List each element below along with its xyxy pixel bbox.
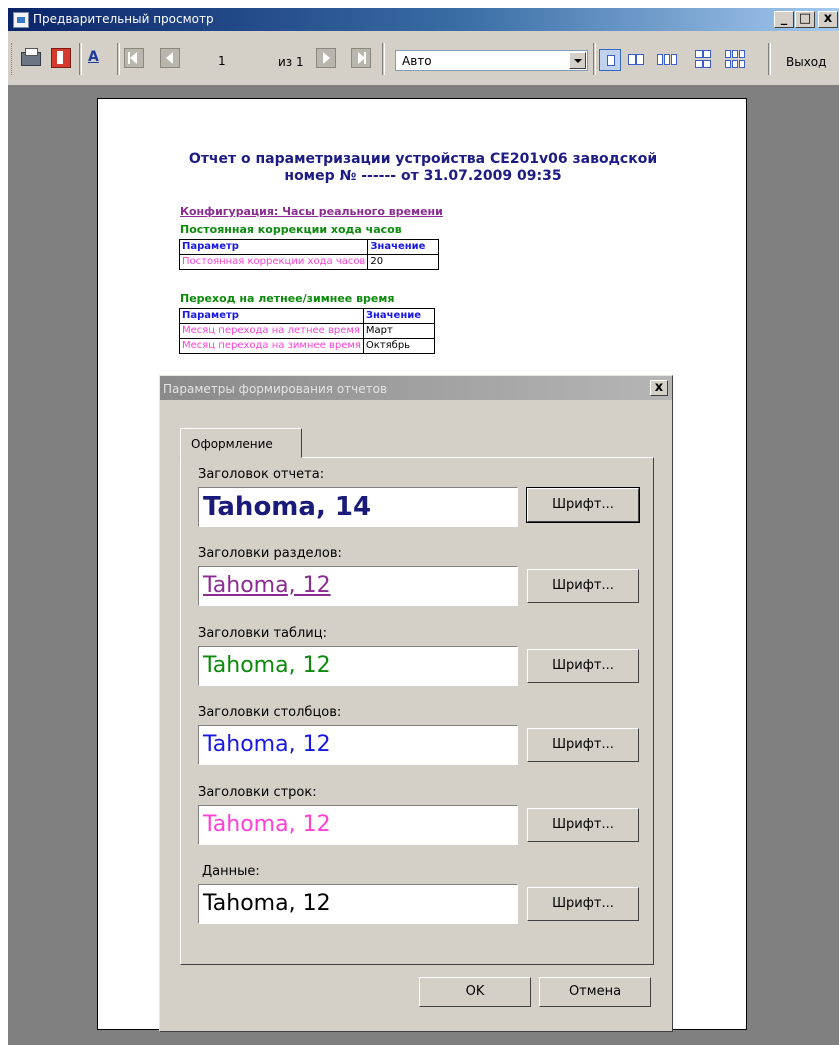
column-header: Значение	[367, 239, 440, 255]
dialog-titlebar[interactable]: Параметры формирования отчетов x	[160, 376, 672, 400]
column-header-font-button[interactable]: Шрифт...	[527, 728, 639, 762]
column-header: Значение	[362, 308, 435, 324]
app-icon	[13, 12, 29, 28]
toolbar-separator	[593, 43, 596, 75]
report-title-line1: Отчет о параметризации устройства СЕ201v…	[188, 151, 658, 167]
minimize-button[interactable]: _	[774, 11, 794, 28]
single-page-view-icon[interactable]	[599, 49, 621, 71]
cancel-button[interactable]: Отмена	[539, 977, 651, 1007]
section-title-font-label: Заголовки разделов:	[198, 546, 342, 561]
zoom-value: Авто	[402, 54, 432, 68]
font-preview: Tahoma, 12	[203, 573, 331, 598]
table-header-row: Параметр Значение	[179, 308, 435, 324]
font-preview: Tahoma, 12	[203, 812, 331, 837]
font-preview: Tahoma, 12	[203, 732, 331, 757]
chevron-down-icon[interactable]	[569, 52, 586, 69]
toolbar-separator	[382, 43, 385, 75]
report-title-font-field: Tahoma, 14	[198, 487, 518, 527]
maximize-button[interactable]: □	[795, 11, 815, 28]
row-header: Постоянная коррекции хода часов	[178, 254, 369, 270]
data-font-button[interactable]: Шрифт...	[527, 887, 639, 921]
font-preview: Tahoma, 12	[203, 653, 331, 678]
prev-page-icon[interactable]	[160, 48, 180, 68]
toolbar-separator	[117, 43, 120, 75]
data-font-field: Tahoma, 12	[198, 884, 518, 924]
window-titlebar: Предварительный просмотр _ □ x	[8, 8, 839, 31]
first-page-icon[interactable]	[124, 48, 144, 68]
table-cell: 20	[367, 254, 440, 270]
report-title-font-button[interactable]: Шрифт...	[526, 487, 640, 523]
table-title-font-field: Tahoma, 12	[198, 646, 518, 686]
section-title-font-field: Tahoma, 12	[198, 566, 518, 606]
zoom-select[interactable]: Авто	[395, 50, 588, 71]
two-page-view-icon[interactable]	[625, 49, 647, 71]
tab-label: Оформление	[191, 437, 273, 451]
table-row: Месяц перехода на зимнее время Октябрь	[179, 338, 435, 354]
four-page-view-icon[interactable]	[692, 49, 714, 71]
column-header-font-field: Tahoma, 12	[198, 725, 518, 765]
table-title: Переход на летнее/зимнее время	[180, 292, 395, 305]
column-header: Параметр	[179, 308, 364, 324]
section-title-font-button[interactable]: Шрифт...	[527, 569, 639, 603]
ok-button[interactable]: OK	[419, 977, 531, 1007]
table-cell: Октябрь	[362, 338, 435, 354]
exit-button[interactable]: Выход	[786, 55, 826, 69]
window-close-button[interactable]: x	[818, 11, 838, 28]
toolbar-separator	[79, 43, 82, 75]
dialog-title: Параметры формирования отчетов	[163, 382, 388, 396]
report-title-line2: номер № ------ от 31.07.2009 09:35	[284, 168, 562, 184]
table-title: Постоянная коррекции хода часов	[180, 223, 402, 236]
window-title: Предварительный просмотр	[33, 12, 214, 26]
font-preview: Tahoma, 14	[203, 492, 372, 522]
tab-formatting[interactable]: Оформление	[180, 428, 302, 458]
row-header-font-field: Tahoma, 12	[198, 805, 518, 845]
section-title: Конфигурация: Часы реального времени	[180, 205, 443, 218]
last-page-icon[interactable]	[351, 48, 371, 68]
report-title-font-label: Заголовок отчета:	[198, 467, 325, 482]
toolbar-separator	[768, 43, 771, 75]
table-cell: Март	[362, 323, 435, 339]
table-title-font-label: Заголовки таблиц:	[198, 626, 327, 641]
next-page-icon[interactable]	[316, 48, 336, 68]
row-header: Месяц перехода на летнее время	[179, 323, 364, 339]
toolbar-grip[interactable]	[11, 43, 15, 75]
report-title: Отчет о параметризации устройства СЕ201v…	[98, 151, 748, 185]
row-header-font-button[interactable]: Шрифт...	[527, 808, 639, 842]
table-row: Месяц перехода на летнее время Март	[179, 323, 435, 339]
font-preview: Tahoma, 12	[203, 891, 331, 916]
data-font-label: Данные:	[202, 864, 260, 879]
row-header-font-label: Заголовки строк:	[198, 785, 317, 800]
table-row: Постоянная коррекции хода часов 20	[178, 254, 440, 270]
font-settings-icon[interactable]: A	[88, 48, 110, 68]
dialog-close-button[interactable]: x	[650, 380, 668, 396]
printer-icon[interactable]	[21, 48, 41, 66]
three-page-view-icon[interactable]	[657, 49, 679, 71]
toolbar: A 1 из 1 Авто Выход	[8, 31, 839, 86]
column-header: Параметр	[178, 239, 369, 255]
report-table: Параметр Значение Постоянная коррекции х…	[178, 239, 440, 270]
book-icon[interactable]	[51, 48, 71, 68]
page-number-input[interactable]: 1	[216, 52, 272, 70]
table-title-font-button[interactable]: Шрифт...	[527, 649, 639, 683]
page-count-label: из 1	[278, 55, 304, 69]
column-header-font-label: Заголовки столбцов:	[198, 705, 342, 720]
six-page-view-icon[interactable]	[724, 49, 746, 71]
report-table: Параметр Значение Месяц перехода на летн…	[179, 308, 435, 354]
row-header: Месяц перехода на зимнее время	[179, 338, 364, 354]
table-header-row: Параметр Значение	[178, 239, 440, 255]
report-settings-dialog: Параметры формирования отчетов x Оформле…	[159, 375, 673, 1032]
